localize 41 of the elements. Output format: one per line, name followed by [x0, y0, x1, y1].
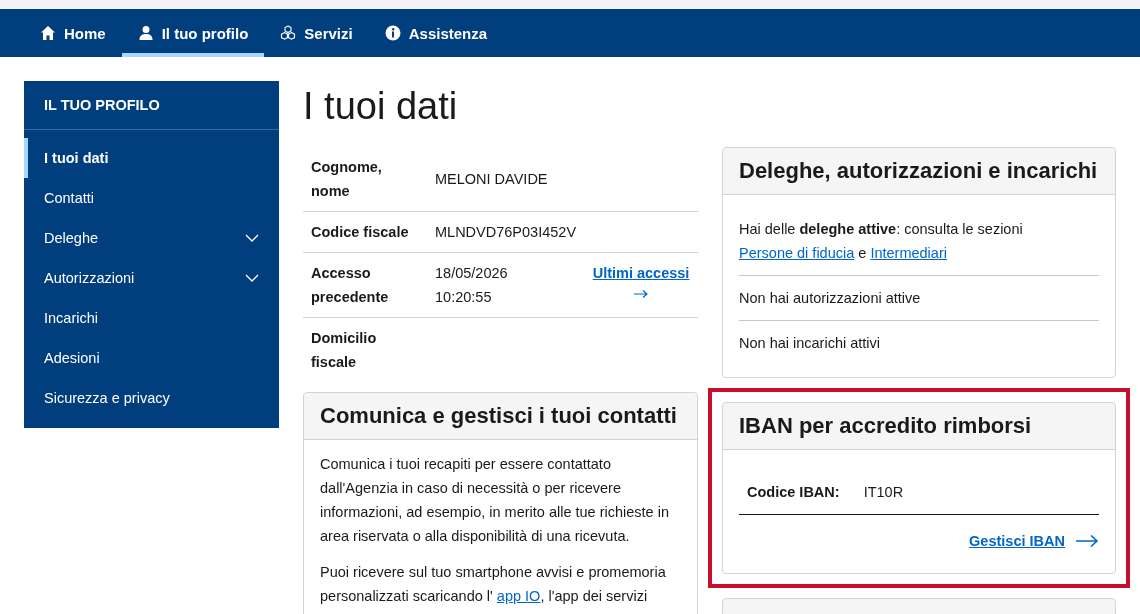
field-label: Cognome, nome [303, 147, 427, 212]
card-title: Deleghe, autorizzazioni e incarichi [723, 148, 1115, 195]
card-title: Comunica e gestisci i tuoi contatti [304, 393, 697, 440]
link[interactable]: app IO [496, 588, 541, 604]
sidebar-item[interactable]: Adesioni [24, 338, 279, 378]
info-icon [384, 25, 401, 41]
sidebar-item[interactable]: Sicurezza e privacy [24, 378, 279, 418]
paragraph: Hai delle deleghe attive: consulta le sezioni Persone di fiducia e Intermediari [739, 220, 1024, 263]
person-icon [137, 25, 154, 41]
manage-iban-link[interactable]: Gestisci IBAN [969, 529, 1065, 553]
link[interactable]: Persone di fiducia [739, 245, 855, 261]
paragraph: Non hai incarichi attivi [739, 334, 882, 353]
ultimi-link[interactable]: Ultimi accessi [592, 261, 690, 285]
nav-tab[interactable]: Servizi [264, 9, 369, 57]
link[interactable]: Intermediari [870, 245, 947, 261]
home-icon [40, 25, 56, 41]
field-value: MELONI DAVIDE [435, 171, 548, 187]
field-label: Codice IBAN: [747, 483, 840, 502]
field-value: IT10R [863, 483, 904, 502]
field-label: Domicilio fiscale [303, 317, 427, 382]
field-value: MLNDVD76P03I452V [435, 224, 577, 240]
arrow-right-icon [1075, 534, 1099, 548]
sidebar-item[interactable]: Incarichi [24, 298, 279, 338]
card-title: IBAN per accredito rimborsi [723, 403, 1115, 450]
nav-tab[interactable]: Il tuo profilo [121, 9, 265, 57]
paragraph: Comunica i tuoi recapiti per essere contattato dall'Agenzia in caso di necessità o per ricevere informazioni, ad esempio, in merito alle tue richieste in area riservata o alla disponibilità di una ricevuta. [320, 455, 670, 546]
paragraph: Non hai autorizzazioni attive [739, 289, 922, 308]
field-label: Accesso precedente [303, 252, 427, 318]
sidebar-item[interactable]: Contatti [24, 178, 279, 218]
nav-tab[interactable]: Home [24, 9, 122, 57]
nav-tab[interactable]: Assistenza [368, 9, 504, 57]
field-label: Codice fiscale [303, 211, 427, 253]
paragraph: Puoi ricevere sul tuo smartphone avvisi e promemoria personalizzati scaricando l' app IO, l'app dei servizi [320, 563, 667, 606]
cubes-icon [280, 25, 297, 41]
sidebar-title: IL TUO PROFILO [24, 81, 279, 130]
field-value: 18/05/2026 10:20:55 [435, 264, 509, 307]
page-title: I tuoi dati [303, 84, 459, 129]
sidebar-item[interactable]: Autorizzazioni [24, 258, 279, 298]
sidebar-item[interactable]: I tuoi dati [24, 138, 279, 178]
sidebar-item[interactable]: Deleghe [24, 218, 279, 258]
arrow-right-icon [633, 289, 650, 299]
